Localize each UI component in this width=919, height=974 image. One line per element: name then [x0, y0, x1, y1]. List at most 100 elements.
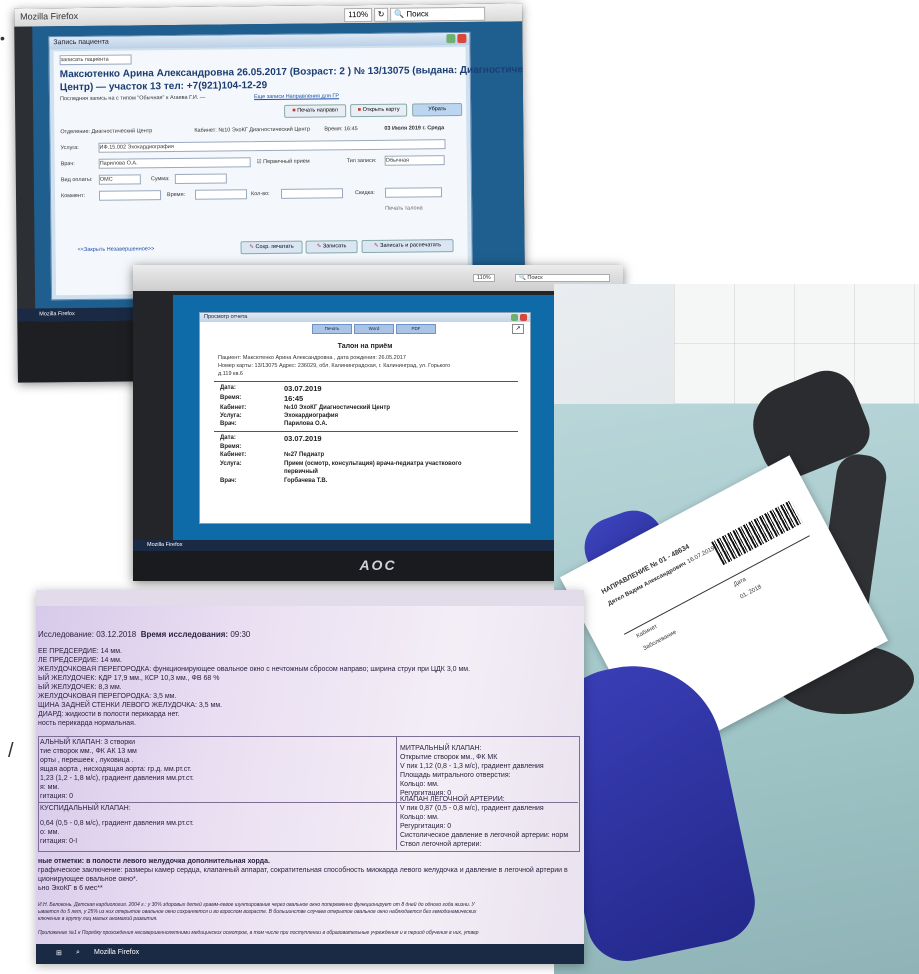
time2-input[interactable] — [194, 189, 248, 200]
start-icon[interactable]: ⊞ — [56, 949, 62, 957]
b1-time-value: 16:45 — [284, 394, 304, 403]
save-print-button[interactable]: ✎ Сохр. печатать — [240, 240, 303, 255]
report-line: ЫЙ ЖЕЛУДОЧЕК: 8,3 мм. — [38, 684, 122, 691]
pencil-icon-3: ✎ — [373, 242, 379, 249]
pdf-button[interactable]: PDF — [396, 324, 436, 334]
note-line: ывается до 5 лет, у 25% из них открытое … — [38, 909, 477, 915]
aortic-line: ящая аорта , нисходящая аорта: гр.д. мм.… — [40, 766, 192, 773]
sum-input[interactable] — [174, 173, 227, 184]
b1-date-label: Дата: — [220, 385, 236, 391]
pencil-icon-2: ✎ — [316, 243, 322, 250]
card-line: Номер карты: 13/13075 Адрес: 236029, обл… — [218, 363, 451, 369]
tricuspid-line: о: мм. — [40, 829, 60, 836]
b1-service-value: Эхокардиография — [284, 413, 339, 419]
tricuspid-line: 0,64 (0,5 - 0,8 м/с), градиент давления … — [40, 820, 194, 827]
search-input[interactable]: 🔍 Поиск — [515, 274, 610, 282]
search-input[interactable]: 🔍 Поиск — [390, 6, 486, 22]
taskbar-firefox[interactable]: Mozilla Firefox — [39, 311, 75, 317]
taskbar-firefox[interactable]: Mozilla Firefox — [147, 542, 182, 548]
dialog-body: записать пациента Максютенко Арина Алекс… — [53, 46, 526, 296]
mode-select[interactable]: записать пациента — [59, 54, 132, 66]
b1-cabinet-label: Кабинет: — [220, 405, 247, 411]
b2-doctor-value: Горбачева Т.В. — [284, 478, 328, 484]
footer-line: ционирующее овальное окно*. — [38, 876, 138, 883]
close-button[interactable] — [520, 314, 527, 321]
payment-value: ОМС — [99, 176, 113, 183]
paper-date-label: Дата — [732, 576, 748, 589]
record-type-select[interactable]: Обычная — [384, 155, 445, 166]
report-window-title: Просмотр отчета — [200, 313, 530, 322]
discount-input[interactable] — [384, 187, 443, 198]
search-placeholder: Поиск — [406, 9, 429, 19]
paper-year: 01. 2018 — [739, 584, 763, 601]
service-value: ИФ.15.002 Эхокардиография — [99, 144, 174, 151]
b1-date-value: 03.07.2019 — [284, 384, 322, 393]
primary-checkbox[interactable]: ☑ Первичный прием — [257, 159, 310, 166]
mitral-line: Площадь митрального отверстия: — [400, 772, 511, 779]
save-print-label: Сохр. печатать — [255, 243, 294, 251]
divider — [214, 381, 518, 382]
divider-2 — [214, 431, 518, 432]
taskbar-firefox[interactable]: Mozilla Firefox — [94, 949, 139, 956]
print-button[interactable]: Печать — [312, 324, 352, 334]
print-directions-button[interactable]: ■ Печать направл — [284, 104, 347, 118]
comment-label: Коммент: — [60, 192, 86, 200]
browser-toolbar: 110% 🔍 Поиск — [133, 265, 623, 291]
comment-input[interactable] — [98, 190, 162, 201]
save-and-print-button[interactable]: ✎ Записать и распечатать — [361, 239, 454, 254]
pulmonary-line: V пик 0,87 (0,5 - 0,8 м/с), градиент дав… — [400, 805, 544, 812]
report-line: ЫЙ ЖЕЛУДОЧЕК: КДР 17,9 мм., КСР 10,3 мм.… — [38, 675, 220, 682]
word-button[interactable]: Word — [354, 324, 394, 334]
b1-doctor-value: Парилова О.А. — [284, 421, 328, 427]
mitral-line: Кольцо: мм. — [400, 781, 439, 788]
quantity-label: Кол-во: — [250, 191, 270, 198]
export-icon[interactable]: ↗ — [512, 324, 524, 334]
mitral-line: Открытие створок мм., ФК МК — [400, 754, 498, 761]
service-select[interactable]: ИФ.15.002 Эхокардиография — [98, 139, 446, 153]
search-icon[interactable]: ⌕ — [76, 949, 80, 957]
tricuspid-line: гитация: 0-I — [40, 838, 78, 845]
zoom-level[interactable]: 110% — [344, 7, 373, 23]
footer-line: ьно ЭхоКГ в 6 мес** — [38, 885, 103, 892]
patient-header-2: Центр) — участок 13 тел: +7(921)104-12-2… — [59, 80, 268, 94]
printer-icon: ■ — [292, 107, 296, 114]
minimize-button[interactable] — [446, 34, 456, 44]
b2-time-label: Время: — [220, 444, 242, 450]
reload-icon[interactable]: ↻ — [374, 7, 389, 22]
b2-service-value: Прием (осмотр, консультация) врача-педиа… — [284, 461, 462, 467]
close-unfinished-link[interactable]: <<Закрыть Незавершенное>> — [78, 246, 155, 253]
b2-date-value: 03.07.2019 — [284, 434, 322, 443]
search-placeholder: Поиск — [527, 275, 543, 281]
save-button[interactable]: ✎ Записать — [305, 240, 358, 254]
appointment-dialog: Запись пациента записать пациента Максют… — [48, 31, 526, 301]
minimize-button[interactable] — [511, 314, 518, 321]
doctor-select[interactable]: Парилова О.А. — [98, 157, 251, 169]
print-ticket-link[interactable]: Печать талона — [385, 205, 423, 211]
pencil-icon: ✎ — [249, 244, 254, 251]
remove-button[interactable]: Убрать — [412, 102, 463, 117]
taskbar: ⊞ ⌕ Mozilla Firefox — [36, 944, 584, 964]
pulmonary-line: Регургитация: 0 — [400, 823, 452, 830]
links[interactable]: Еще записи Направления для ГР — [254, 93, 339, 100]
study-date-value: 03.12.2018 — [96, 630, 137, 639]
note-line: ключение в группу лиц малых аномалий раз… — [38, 916, 158, 922]
close-button[interactable] — [457, 33, 467, 44]
primary-checkbox-label: Первичный прием — [263, 158, 310, 166]
taskbar: Mozilla Firefox — [133, 540, 623, 551]
monitor-brand: AOC — [359, 557, 397, 573]
quantity-input[interactable] — [280, 188, 344, 199]
service-label: Услуга: — [60, 144, 79, 152]
open-card-button[interactable]: ■ Открыть карту — [350, 103, 408, 118]
payment-select[interactable]: ОМС — [98, 174, 141, 185]
department-label: Отделение: Диагностический Центр — [60, 128, 153, 136]
report-line: ЖЕЛУДОЧКОВАЯ ПЕРЕГОРОДКА: 3,5 мм. — [38, 693, 177, 700]
doctor-label: Врач: — [60, 161, 75, 168]
report-line: ДИАРД: жидкости в полости перикарда нет. — [38, 711, 180, 718]
table-divider-v — [396, 736, 397, 850]
doctor-value: Парилова О.А. — [99, 160, 138, 167]
report-line: ЩИНА ЗАДНЕЙ СТЕНКИ ЛЕВОГО ЖЕЛУДОЧКА: 3,5… — [38, 702, 223, 709]
study-date-label: Исследование: — [38, 630, 94, 639]
zoom-level[interactable]: 110% — [473, 274, 495, 282]
study-time-label: Время исследования: — [140, 630, 229, 639]
mitral-line: МИТРАЛЬНЫЙ КЛАПАН: — [400, 745, 482, 752]
